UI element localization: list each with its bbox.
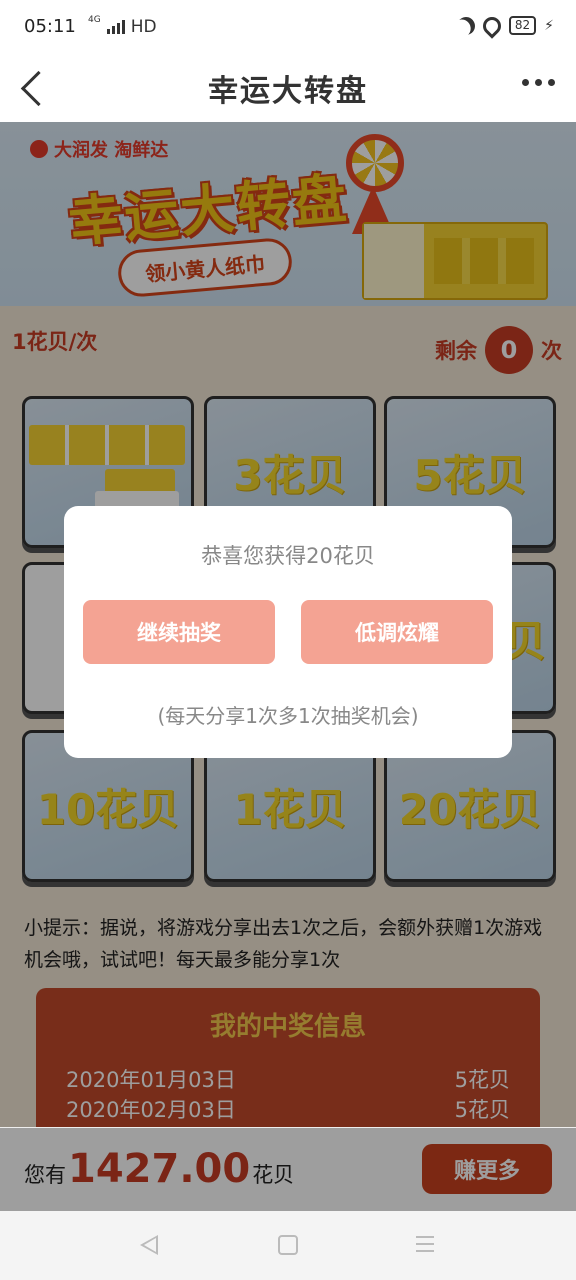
status-time: 05:11 xyxy=(24,16,76,37)
balance-bar: 您有 1427.00 花贝 赚更多 xyxy=(0,1127,576,1212)
nav-home-icon[interactable] xyxy=(278,1235,298,1255)
nav-bar: 幸运大转盘 xyxy=(0,56,576,122)
network-type: 4G xyxy=(88,15,101,25)
page-title: 幸运大转盘 xyxy=(208,74,368,109)
result-dialog: 恭喜您获得20花贝 继续抽奖 低调炫耀 (每天分享1次多1次抽奖机会) xyxy=(64,506,512,758)
status-bar: 05:11 4G HD 82 ⚡ xyxy=(0,0,576,56)
share-button[interactable]: 低调炫耀 xyxy=(301,600,493,664)
continue-draw-button[interactable]: 继续抽奖 xyxy=(83,600,275,664)
share-note: (每天分享1次多1次抽奖机会) xyxy=(157,704,419,728)
more-options-button[interactable] xyxy=(518,70,558,94)
battery-icon: 82 xyxy=(508,16,537,35)
nav-back-icon[interactable] xyxy=(140,1235,158,1255)
network-indicator: 4G HD xyxy=(88,14,157,40)
system-nav-bar xyxy=(0,1211,576,1280)
hd-label: HD xyxy=(130,17,157,37)
nav-menu-icon[interactable] xyxy=(416,1236,434,1252)
signal-icon xyxy=(106,20,125,34)
result-message: 恭喜您获得20花贝 xyxy=(201,544,375,568)
charging-icon: ⚡ xyxy=(544,17,554,34)
bottom-dim xyxy=(0,1128,576,1212)
moon-icon xyxy=(454,13,479,38)
location-icon xyxy=(479,12,505,39)
status-icons: 82 ⚡ xyxy=(454,12,554,39)
